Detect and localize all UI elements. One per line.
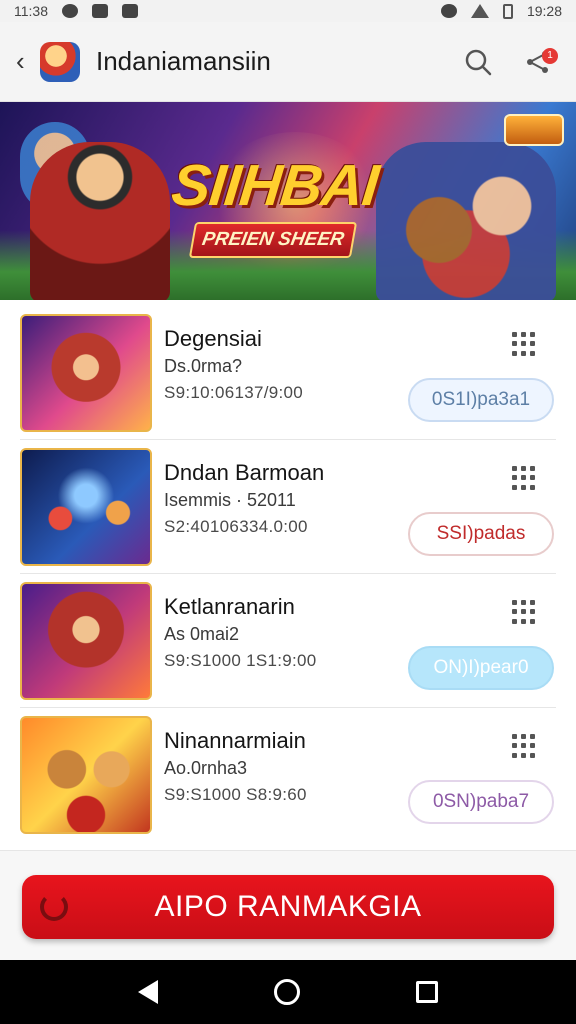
game-meta: S9:S1000 1S1:9:00 — [164, 651, 317, 670]
game-thumbnail[interactable] — [20, 314, 152, 432]
app-avatar — [40, 41, 80, 82]
game-action-button[interactable]: SSI)padas — [408, 512, 554, 556]
app-bar: ‹ Indaniamansiin 1 — [0, 22, 576, 102]
chevron-left-icon[interactable]: ‹ — [16, 46, 38, 77]
list-item[interactable]: Ketlanranarin As 0mai2 S9:S1000 1S1:9:00… — [20, 574, 556, 708]
notification-icon — [62, 4, 78, 18]
promo-banner[interactable]: SIIHBAI PREIEN SHEER — [0, 102, 576, 300]
page-title: Indaniamansiin — [96, 46, 271, 76]
game-thumbnail[interactable] — [20, 448, 152, 566]
game-subtitle: Ao.0rnha3 — [164, 758, 248, 778]
status-bar: 11:38 19:28 — [0, 0, 576, 22]
banner-logo-badge — [504, 114, 564, 146]
nav-recents-icon[interactable] — [416, 981, 438, 1003]
cta-label: AIPO RANMAKGIA — [154, 890, 422, 923]
game-subtitle: Ds.0rma? — [164, 356, 243, 376]
game-meta: S9:S1000 S8:9:60 — [164, 785, 307, 804]
banner-title: SIIHBAI — [168, 153, 382, 218]
game-action-button[interactable]: 0SN)paba7 — [408, 780, 554, 824]
banner-character-left — [30, 142, 170, 300]
share-icon[interactable]: 1 — [516, 40, 560, 84]
notification-badge: 1 — [542, 47, 558, 64]
bottom-action-area: AIPO RANMAKGIA — [0, 850, 576, 960]
status-bar-left: 11:38 — [14, 3, 138, 19]
game-list: Degensiai Ds.0rma? S9:10:06137/9:00 0S1I… — [20, 306, 556, 842]
signal-icon — [470, 4, 489, 18]
download-icon — [122, 4, 138, 18]
refresh-icon — [40, 893, 68, 921]
game-thumbnail[interactable] — [20, 716, 152, 834]
list-item[interactable]: Ninannarmiain Ao.0rnha3 S9:S1000 S8:9:60… — [20, 708, 556, 842]
game-subtitle: As 0mai2 — [164, 624, 240, 644]
primary-cta-button[interactable]: AIPO RANMAKGIA — [22, 875, 554, 939]
list-item[interactable]: Degensiai Ds.0rma? S9:10:06137/9:00 0S1I… — [20, 306, 556, 440]
nav-home-icon[interactable] — [274, 979, 300, 1005]
status-time-left: 11:38 — [14, 3, 48, 19]
battery-icon — [502, 3, 513, 19]
file-icon — [92, 4, 108, 18]
game-action-button[interactable]: 0S1I)pa3a1 — [408, 378, 554, 422]
more-options-icon[interactable] — [512, 466, 536, 490]
status-bar-right: 19:28 — [440, 3, 562, 19]
banner-ribbon: PREIEN SHEER — [188, 222, 358, 258]
more-options-icon[interactable] — [512, 734, 536, 758]
game-action-button[interactable]: ON)I)pear0 — [408, 646, 554, 690]
game-title: Ninannarmiain — [164, 728, 306, 753]
banner-subtitle: PREIEN SHEER — [200, 229, 346, 250]
game-thumbnail[interactable] — [20, 582, 152, 700]
game-title: Dndan Barmoan — [164, 460, 325, 485]
game-title: Ketlanranarin — [164, 594, 295, 619]
status-time-right: 19:28 — [526, 3, 562, 19]
game-subtitle: Isemmis · 52011 — [164, 490, 296, 510]
system-nav-bar — [0, 960, 576, 1024]
game-meta: S9:10:06137/9:00 — [164, 383, 304, 402]
list-item[interactable]: Dndan Barmoan Isemmis · 52011 S2:4010633… — [20, 440, 556, 574]
more-options-icon[interactable] — [512, 332, 536, 356]
game-title: Degensiai — [164, 326, 262, 351]
search-icon[interactable] — [456, 40, 500, 84]
wifi-icon — [440, 4, 457, 18]
banner-characters-right — [376, 142, 556, 300]
nav-back-icon[interactable] — [138, 980, 158, 1004]
more-options-icon[interactable] — [512, 600, 536, 624]
game-meta: S2:40106334.0:00 — [164, 517, 308, 536]
